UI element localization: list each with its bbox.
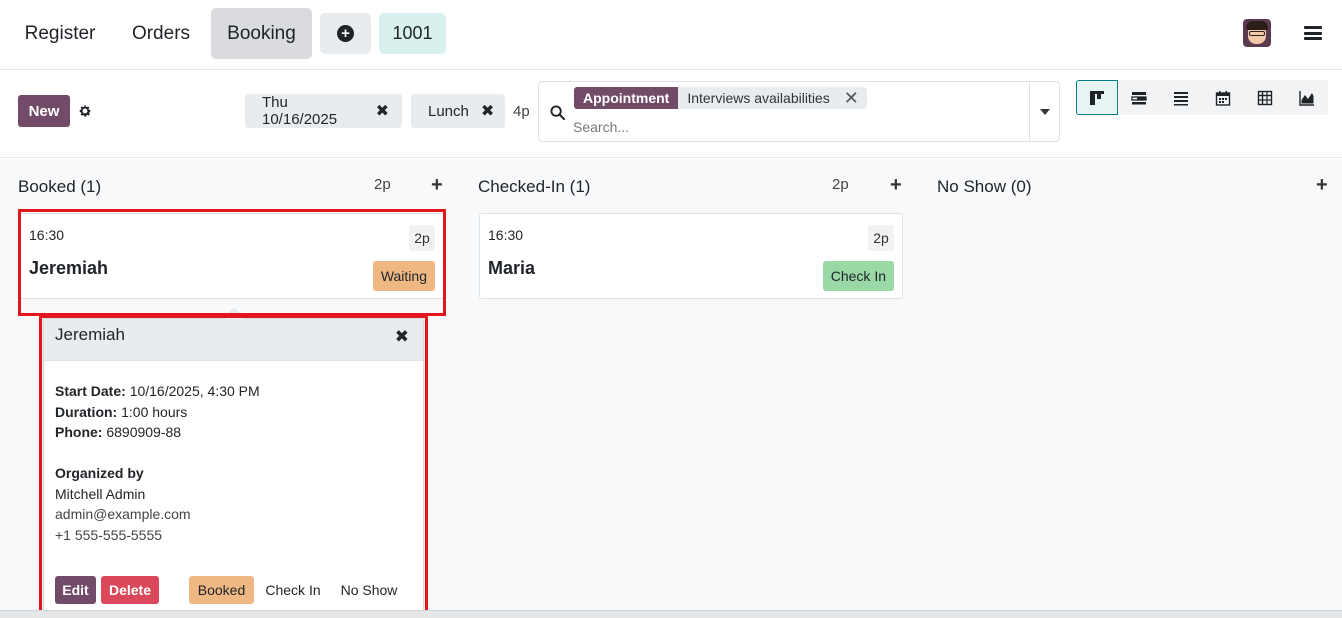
booking-card[interactable]: 16:30 Jeremiah 2p Waiting: [20, 213, 444, 299]
organized-by-label: Organized by: [55, 465, 144, 481]
tag-value: Interviews availabilities ✕: [678, 87, 867, 109]
appointment-filter-tag: Appointment Interviews availabilities ✕: [574, 87, 867, 109]
column-title-checked-in: Checked-In (1): [478, 177, 591, 196]
no-show-status-button[interactable]: No Show: [334, 576, 404, 604]
new-order-button[interactable]: +: [320, 13, 371, 54]
column-capacity-booked: 2p: [374, 176, 391, 193]
popover-actions: Edit Delete Booked Check In No Show: [55, 576, 415, 604]
booking-time: 16:30: [488, 227, 524, 243]
close-icon[interactable]: ✕: [844, 87, 859, 109]
booking-people: 2p: [409, 225, 435, 251]
graph-icon: [1299, 90, 1314, 106]
top-navbar: Register Orders Booking + 1001: [0, 0, 1342, 70]
pivot-icon: [1257, 90, 1273, 105]
phone-label: Phone:: [55, 424, 103, 440]
column-add-no-show-button[interactable]: +: [1316, 175, 1328, 195]
organizer-phone[interactable]: +1 555-555-5555: [55, 525, 260, 546]
gear-icon[interactable]: [78, 104, 92, 118]
column-add-checked-in-button[interactable]: +: [890, 175, 902, 195]
tab-orders[interactable]: Orders: [118, 8, 204, 59]
menu-icon[interactable]: [1304, 26, 1322, 40]
list-icon: [1174, 91, 1188, 105]
start-date-label: Start Date:: [55, 383, 126, 399]
tab-booking[interactable]: Booking: [211, 8, 312, 59]
new-button[interactable]: New: [18, 95, 70, 127]
date-filter-facet[interactable]: Thu 10/16/2025 ✖: [245, 94, 402, 128]
popover-details: Start Date: 10/16/2025, 4:30 PM Duration…: [55, 381, 260, 545]
capacity-count: 4p: [513, 103, 530, 120]
booking-name: Maria: [488, 258, 536, 278]
column-title-booked: Booked (1): [18, 177, 102, 196]
column-capacity-checked-in: 2p: [832, 176, 849, 193]
view-switcher: [1076, 80, 1328, 115]
popover-header: Jeremiah ✖: [44, 319, 423, 361]
duration-label: Duration:: [55, 403, 118, 420]
caret-down-icon: [1040, 108, 1050, 115]
phone-value: 6890909-88: [106, 424, 182, 440]
search-options-toggle[interactable]: [1029, 82, 1060, 141]
column-add-booked-button[interactable]: +: [431, 175, 443, 195]
organizer-name: Mitchell Admin: [55, 485, 146, 502]
kanban-view-button[interactable]: [1076, 80, 1118, 115]
booking-popover: Jeremiah ✖ Start Date: 10/16/2025, 4:30 …: [43, 308, 424, 611]
search-icon: [550, 105, 565, 120]
bottom-strip: [0, 610, 1342, 618]
column-title-no-show: No Show (0): [937, 177, 1032, 196]
tab-register[interactable]: Register: [14, 8, 106, 59]
start-date-value: 10/16/2025, 4:30 PM: [129, 383, 260, 399]
pivot-view-button[interactable]: [1244, 80, 1286, 115]
gantt-view-button[interactable]: [1118, 80, 1160, 115]
tag-value-text: Interviews availabilities: [687, 90, 830, 106]
shift-filter-label: Lunch: [428, 102, 469, 120]
list-view-button[interactable]: [1160, 80, 1202, 115]
shift-filter-facet[interactable]: Lunch ✖: [411, 94, 505, 128]
avatar[interactable]: [1243, 19, 1271, 47]
close-icon[interactable]: ✖: [376, 101, 389, 121]
organizer-email[interactable]: admin@example.com: [55, 504, 260, 525]
check-in-status-button[interactable]: Check In: [260, 576, 326, 604]
control-panel: New Thu 10/16/2025 ✖ Lunch ✖ 4p Appointm…: [0, 71, 1342, 158]
calendar-view-button[interactable]: [1202, 80, 1244, 115]
popover-title: Jeremiah: [55, 325, 125, 344]
plus-icon: +: [337, 25, 354, 42]
search-input[interactable]: [573, 117, 1013, 137]
status-badge[interactable]: Waiting: [372, 261, 435, 291]
check-in-button[interactable]: Check In: [822, 261, 894, 291]
search-box: Appointment Interviews availabilities ✕: [538, 81, 1060, 142]
duration-value: 1:00 hours: [121, 403, 188, 420]
booked-status-button[interactable]: Booked: [189, 576, 254, 604]
close-icon[interactable]: ✖: [481, 101, 494, 121]
booking-time: 16:30: [29, 227, 65, 243]
graph-view-button[interactable]: [1286, 80, 1328, 115]
kanban-icon: [1090, 90, 1104, 105]
booking-people: 2p: [868, 225, 894, 251]
delete-button[interactable]: Delete: [101, 576, 159, 604]
booking-name: Jeremiah: [29, 258, 109, 278]
close-icon[interactable]: ✖: [395, 327, 409, 347]
date-filter-label: Thu 10/16/2025: [262, 94, 338, 128]
edit-button[interactable]: Edit: [55, 576, 96, 604]
booking-card[interactable]: 16:30 Maria 2p Check In: [479, 213, 903, 299]
avatar-hair: [1246, 21, 1268, 30]
avatar-glasses: [1249, 31, 1265, 36]
gantt-icon: [1131, 91, 1147, 104]
order-number-tab[interactable]: 1001: [379, 13, 446, 54]
tag-label: Appointment: [574, 87, 679, 109]
calendar-icon: [1215, 90, 1231, 106]
